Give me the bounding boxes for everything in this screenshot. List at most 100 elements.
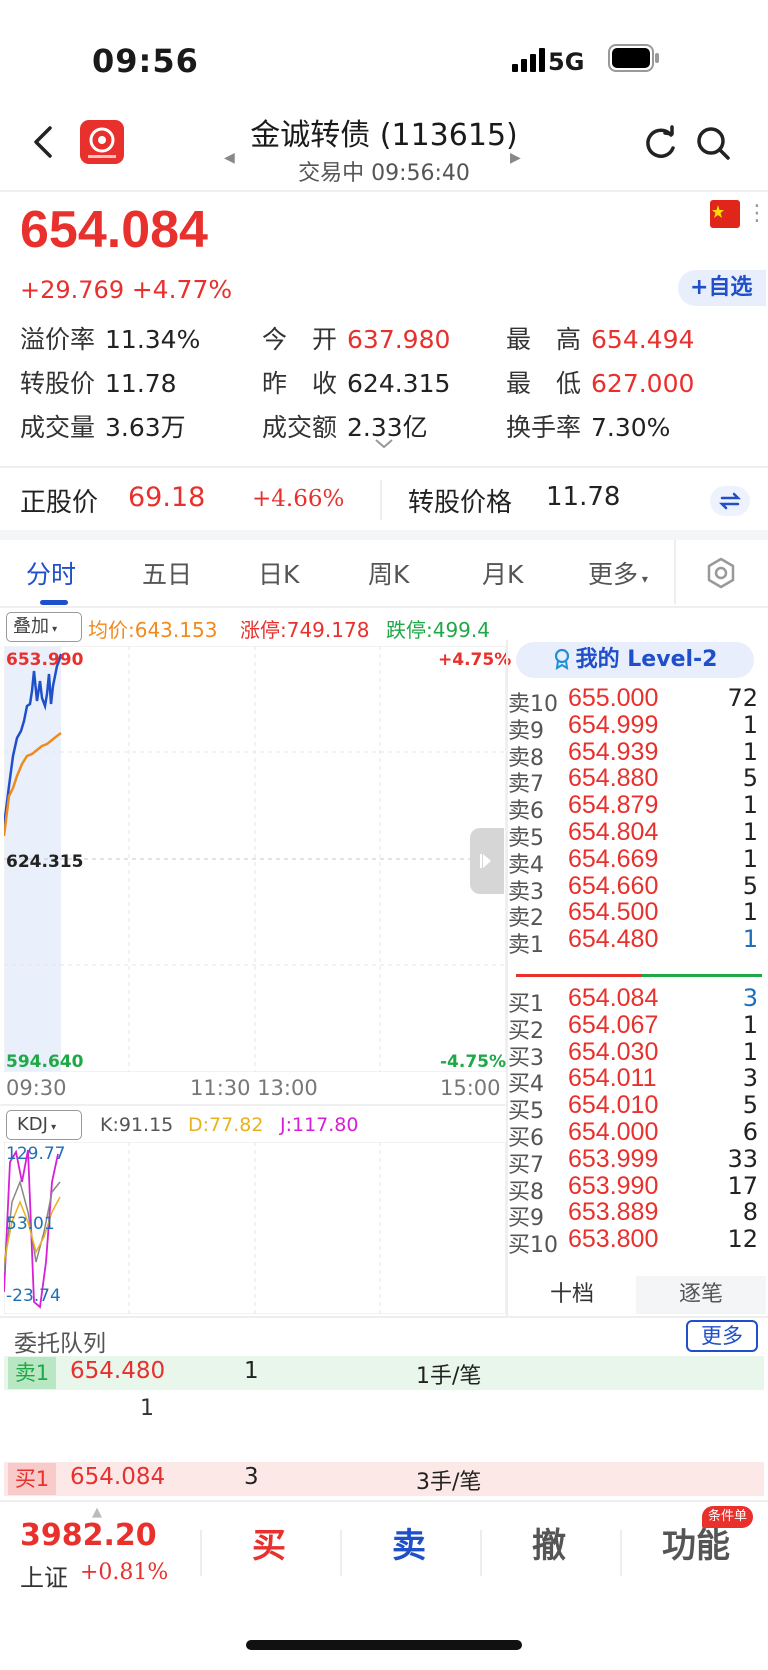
ask-row[interactable]: 卖4 654.669 1 — [508, 844, 758, 878]
order-qty: 1 — [742, 710, 758, 739]
order-qty: 6 — [742, 1118, 758, 1146]
order-qty: 12 — [727, 1225, 758, 1254]
tab-tick-by-tick[interactable]: 逐笔 — [636, 1276, 766, 1314]
order-price: 654.880 — [568, 764, 659, 793]
chart-bottom-pct: -4.75% — [440, 1052, 507, 1072]
stat-label: 昨 收 — [262, 369, 338, 398]
stat-value: 624.315 — [347, 369, 451, 398]
ask-row[interactable]: 卖3 654.660 5 — [508, 871, 758, 905]
bid-row[interactable]: 买8 653.990 17 — [508, 1171, 758, 1205]
stat-value: 11.34% — [105, 325, 201, 354]
status-time: 09:56 — [92, 42, 199, 80]
order-price: 654.010 — [568, 1091, 659, 1120]
bid-row[interactable]: 买10 653.800 12 — [508, 1225, 758, 1258]
kdj-k: K:91.15 — [100, 1114, 174, 1136]
cancel-order-button[interactable]: 撤 — [532, 1518, 566, 1567]
order-qty: 17 — [727, 1171, 758, 1200]
bid-row[interactable]: 买5 654.010 5 — [508, 1091, 758, 1124]
ask-row[interactable]: 卖1 654.480 1 — [508, 925, 758, 958]
overlay-button[interactable]: 叠加 ▾ — [6, 612, 82, 642]
order-price: 653.990 — [568, 1171, 659, 1200]
tab-monthly-k[interactable]: 月K — [482, 555, 523, 591]
expand-chevron-icon[interactable] — [372, 436, 396, 452]
order-qty: 1 — [742, 791, 758, 820]
order-price: 654.660 — [568, 871, 659, 900]
ask-row[interactable]: 卖10 655.000 72 — [508, 684, 758, 717]
tab-intraday[interactable]: 分时 — [26, 555, 76, 591]
settings-gear-icon[interactable] — [704, 556, 738, 590]
avg-price: 均价:643.153 — [88, 618, 218, 642]
medal-icon — [553, 647, 571, 670]
order-qty: 5 — [742, 764, 758, 793]
stat-value: 627.000 — [591, 369, 695, 398]
network-label: 5G — [548, 48, 585, 76]
order-qty: 5 — [742, 871, 758, 900]
order-price: 654.480 — [568, 925, 659, 954]
battery-icon — [608, 44, 660, 72]
bid-row[interactable]: 买7 653.999 33 — [508, 1144, 758, 1178]
limit-up: 涨停:749.178 — [240, 618, 370, 642]
stat-label: 最 低 — [506, 369, 582, 398]
chart-mid-price: 624.315 — [6, 852, 84, 872]
ask-row[interactable]: 卖6 654.879 1 — [508, 791, 758, 824]
price-change: +29.769 +4.77% — [20, 275, 233, 304]
level2-header[interactable]: 我的 Level-2 — [516, 642, 754, 678]
next-arrow-icon[interactable]: ▶ — [510, 150, 521, 166]
order-qty: 3 — [742, 1064, 758, 1093]
stat-label: 溢价率 — [20, 325, 96, 354]
ask-row[interactable]: 卖5 654.804 1 — [508, 818, 758, 851]
order-price: 654.067 — [568, 1010, 659, 1039]
tab-ten-levels[interactable]: 十档 — [508, 1276, 636, 1314]
ask-row[interactable]: 卖9 654.999 1 — [508, 710, 758, 744]
stat-item: 最 低 627.000 — [506, 364, 694, 400]
stat-item: 成交量 3.63万 — [20, 408, 186, 444]
chart-top-price: 653.990 — [6, 650, 84, 670]
queue-more-button[interactable]: 更多 — [686, 1320, 758, 1352]
bid-row[interactable]: 买9 653.889 8 — [508, 1198, 758, 1231]
order-price: 654.030 — [568, 1037, 659, 1066]
add-watchlist-button[interactable]: +自选 — [678, 270, 766, 306]
tab-five-day[interactable]: 五日 — [142, 555, 192, 591]
stat-item: 成交额 2.33亿 — [262, 408, 428, 444]
limit-down: 跌停:499.4 — [386, 618, 490, 642]
bid-row[interactable]: 买1 654.084 3 — [508, 984, 758, 1017]
refresh-icon[interactable] — [640, 124, 680, 164]
sell-button[interactable]: 卖 — [392, 1518, 426, 1567]
stat-value: 637.980 — [347, 325, 451, 354]
stat-value: 7.30% — [591, 413, 671, 442]
kdj-button[interactable]: KDJ ▾ — [6, 1110, 82, 1140]
ask-row[interactable]: 卖7 654.880 5 — [508, 764, 758, 797]
buy-button[interactable]: 买 — [252, 1518, 286, 1567]
tab-daily-k[interactable]: 日K — [258, 555, 299, 591]
order-price: 654.939 — [568, 737, 659, 766]
queue-buy-price: 654.084 — [70, 1464, 166, 1490]
more-vert-icon[interactable]: ⋮ — [746, 200, 768, 228]
bid-row[interactable]: 买2 654.067 1 — [508, 1010, 758, 1044]
swap-icon[interactable] — [710, 486, 750, 516]
order-price: 654.084 — [568, 984, 659, 1012]
order-price: 654.011 — [568, 1064, 657, 1093]
order-qty: 33 — [727, 1144, 758, 1173]
chart-bottom-price: 594.640 — [6, 1052, 84, 1072]
order-qty: 1 — [742, 925, 758, 954]
bid-row[interactable]: 买4 654.011 3 — [508, 1064, 758, 1097]
stat-item: 换手率 7.30% — [506, 408, 670, 444]
ask-row[interactable]: 卖8 654.939 1 — [508, 737, 758, 771]
stock-price[interactable]: 69.18 — [128, 482, 205, 513]
index-value[interactable]: 3982.20 — [20, 1518, 157, 1553]
collapse-handle-icon[interactable] — [470, 828, 504, 894]
stat-item: 昨 收 624.315 — [262, 364, 450, 400]
index-name: 上证 — [20, 1564, 68, 1592]
index-pct: +0.81% — [80, 1560, 169, 1585]
tab-weekly-k[interactable]: 周K — [368, 555, 409, 591]
bid-row[interactable]: 买6 654.000 6 — [508, 1118, 758, 1151]
queue-sell-per: 1手/笔 — [416, 1364, 482, 1389]
bid-row[interactable]: 买3 654.030 1 — [508, 1037, 758, 1071]
queue-title: 委托队列 — [14, 1331, 106, 1357]
tab-more[interactable]: 更多 ▾ — [588, 555, 648, 591]
stat-value: 654.494 — [591, 325, 695, 354]
order-qty: 1 — [742, 844, 758, 873]
search-icon[interactable] — [694, 124, 734, 164]
ask-row[interactable]: 卖2 654.500 1 — [508, 898, 758, 931]
chart-top-pct: +4.75% — [438, 650, 512, 670]
